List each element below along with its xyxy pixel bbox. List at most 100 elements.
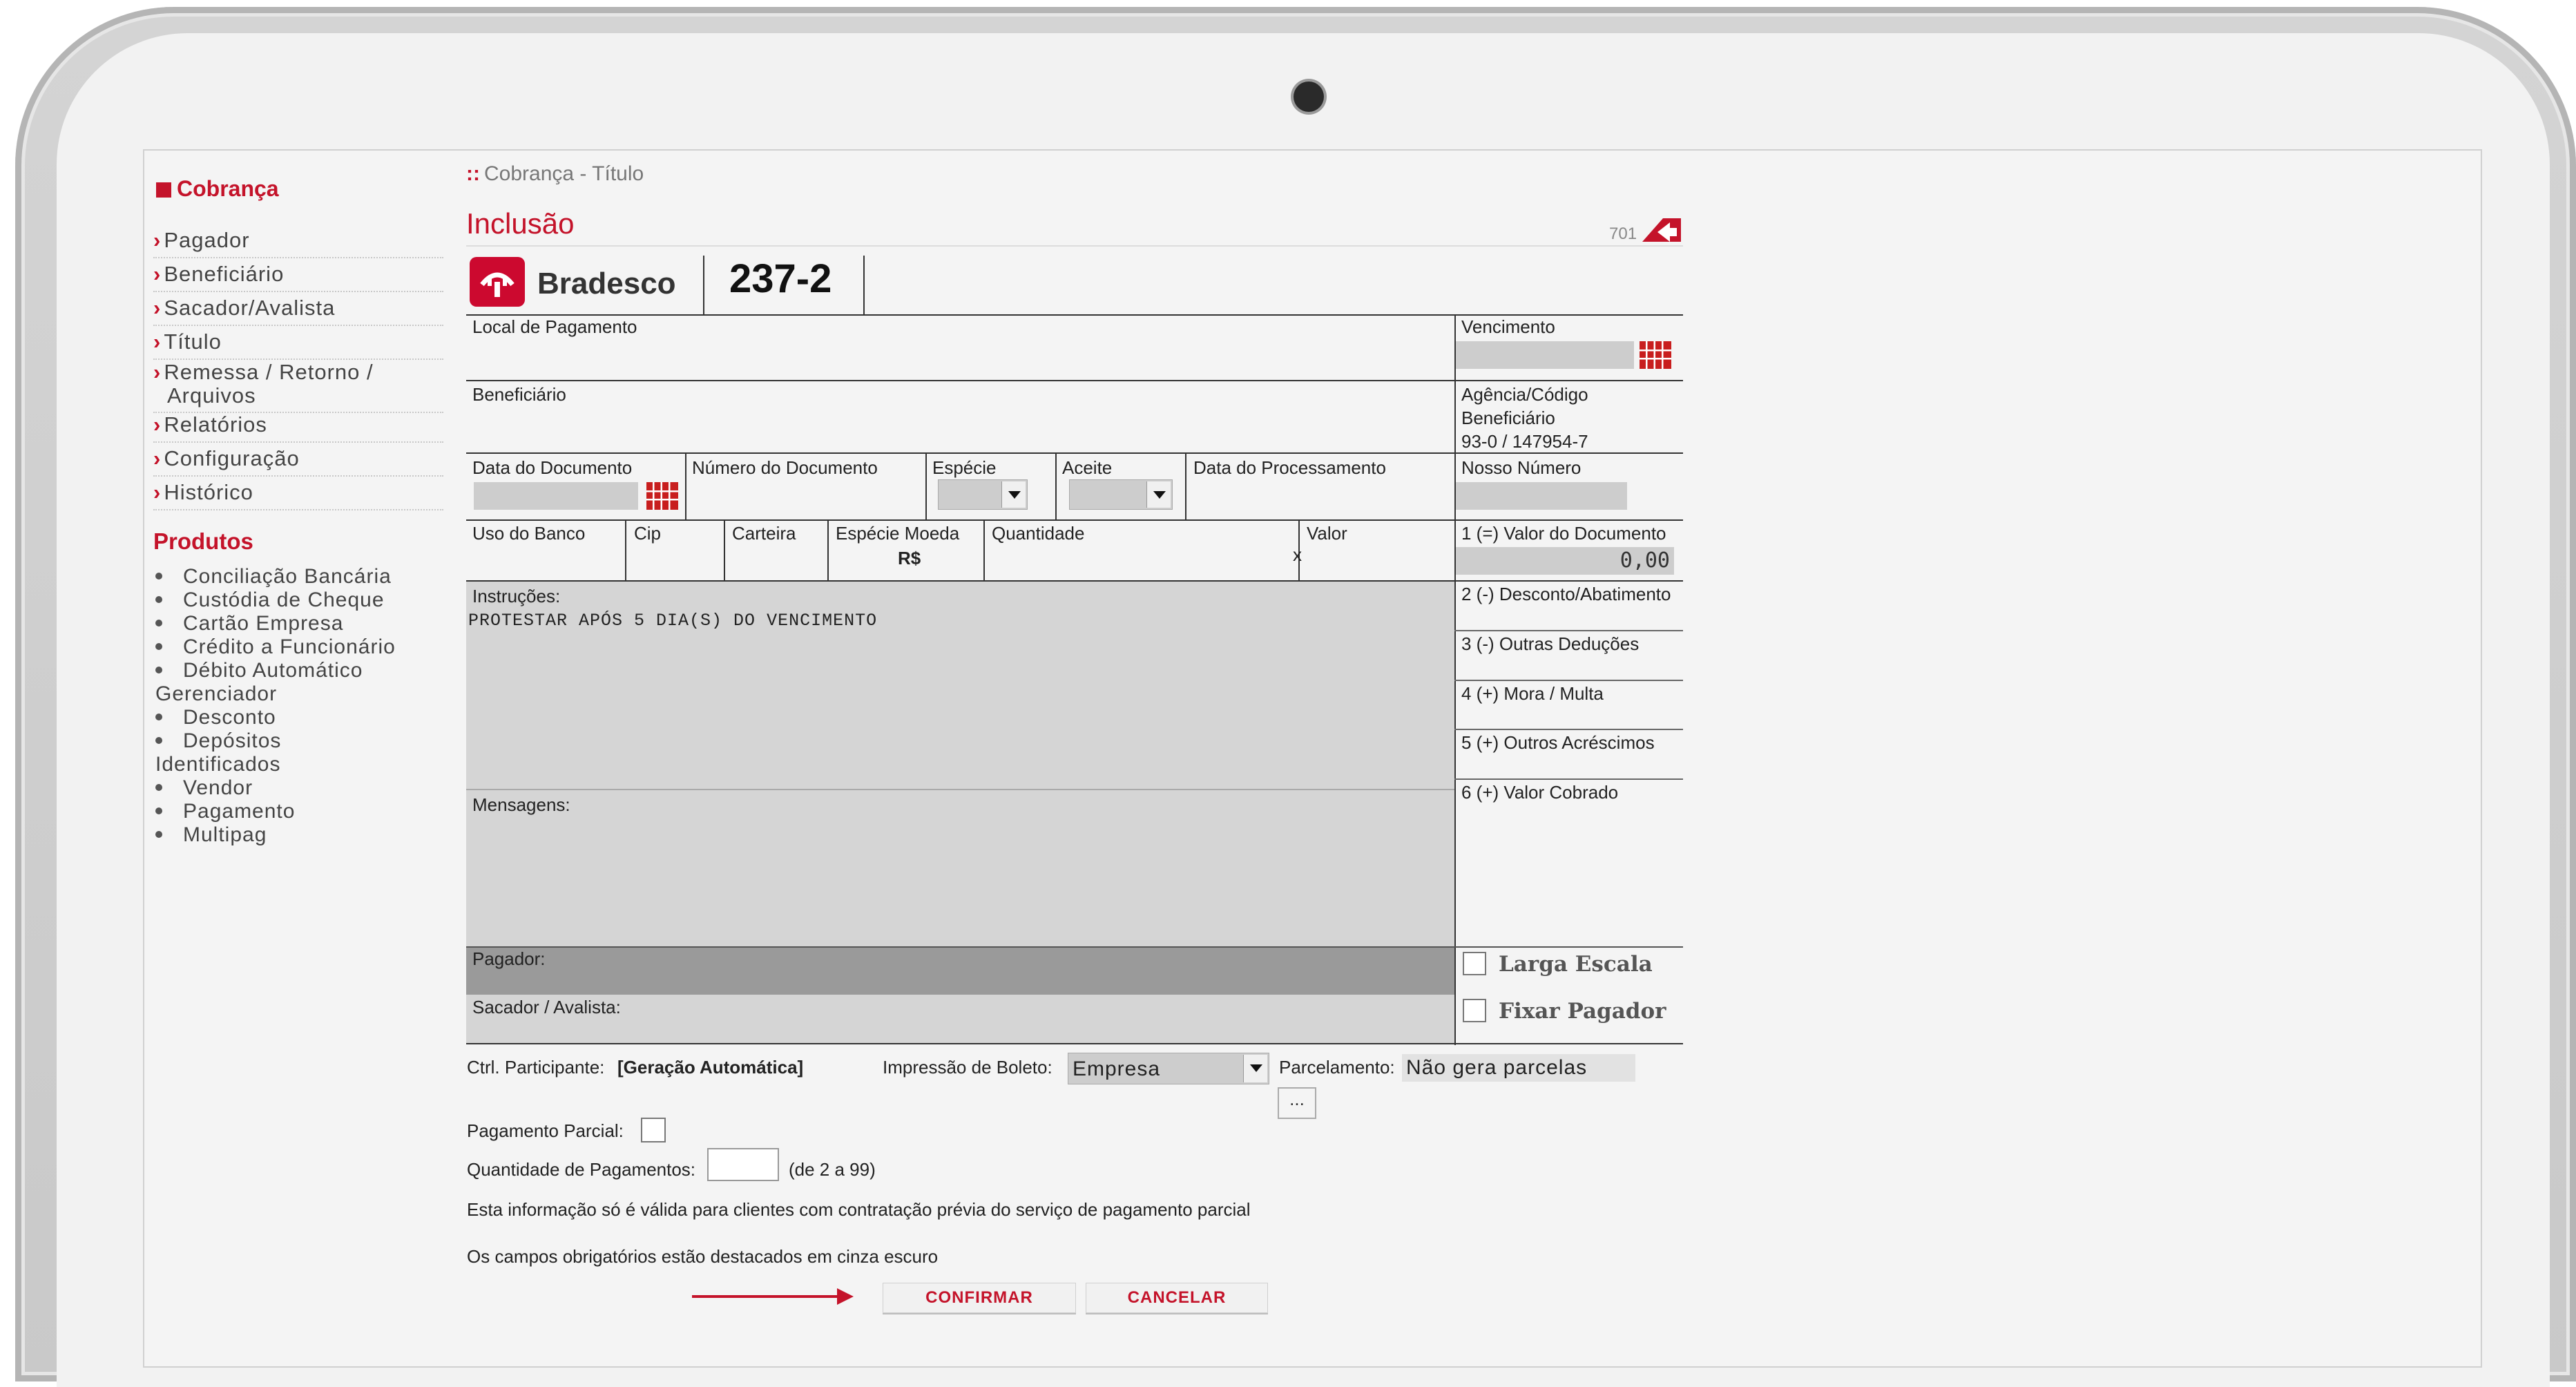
sidebar-item-configuracao[interactable]: › Configuração xyxy=(153,446,443,477)
instrucoes-text[interactable]: PROTESTAR APÓS 5 DIA(S) DO VENCIMENTO xyxy=(468,611,877,631)
fixar-pagador-label: Fixar Pagador xyxy=(1499,999,1666,1024)
bradesco-logo xyxy=(470,257,525,307)
row-line xyxy=(466,946,1683,948)
qtd-pagamentos-input[interactable] xyxy=(707,1148,779,1181)
vencimento-input[interactable] xyxy=(1456,341,1634,369)
row-line xyxy=(1454,778,1683,780)
sidebar-item-pagador[interactable]: › Pagador xyxy=(153,228,443,258)
chevron-right-icon: › xyxy=(153,262,162,286)
quantidade-label: Quantidade xyxy=(992,523,1085,544)
pagador-label: Pagador: xyxy=(472,948,546,969)
row-line xyxy=(1454,630,1683,631)
row-line xyxy=(1454,680,1683,681)
aceite-select[interactable] xyxy=(1069,479,1173,510)
qtd-pagamentos-hint: (de 2 a 99) xyxy=(789,1159,876,1180)
product-item[interactable]: Débito Automático xyxy=(155,659,363,682)
product-item[interactable]: Cartão Empresa xyxy=(155,612,343,635)
impressao-label: Impressão de Boleto: xyxy=(883,1057,1052,1078)
products-title: Produtos xyxy=(153,528,253,554)
impressao-select[interactable]: Empresa xyxy=(1068,1053,1269,1084)
chevron-right-icon: › xyxy=(153,480,162,504)
bradesco-tree-icon xyxy=(480,272,515,297)
larga-escala-checkbox[interactable] xyxy=(1463,952,1486,975)
bank-code: 237-2 xyxy=(729,256,832,301)
uso-banco-label: Uso do Banco xyxy=(472,523,586,544)
data-documento-input[interactable] xyxy=(474,482,638,510)
pagamento-parcial-label: Pagamento Parcial: xyxy=(467,1120,624,1141)
instrucoes-label: Instruções: xyxy=(472,586,561,606)
sidebar-item-titulo[interactable]: › Título xyxy=(153,329,443,360)
product-item[interactable]: Crédito a Funcionário xyxy=(155,635,396,659)
pagador-field[interactable] xyxy=(466,946,1454,995)
row-line xyxy=(466,452,1683,454)
chevron-right-icon: › xyxy=(153,446,162,470)
larga-escala-label: Larga Escala xyxy=(1499,952,1653,977)
col-line xyxy=(1185,452,1186,519)
instrucoes-area[interactable] xyxy=(466,582,1454,946)
valor-cobrado-label: 6 (+) Valor Cobrado xyxy=(1461,782,1619,803)
col-line xyxy=(685,452,686,519)
agencia-label-2: Beneficiário xyxy=(1461,408,1555,428)
row-line xyxy=(1454,729,1683,730)
right-arrow-icon xyxy=(692,1288,854,1305)
calendar-icon[interactable] xyxy=(646,482,678,510)
chevron-down-icon xyxy=(1243,1055,1267,1082)
product-item[interactable]: Depósitos xyxy=(155,729,281,753)
especie-moeda-label: Espécie Moeda xyxy=(836,523,960,544)
chevron-right-icon: › xyxy=(153,329,162,354)
numero-documento-label: Número do Documento xyxy=(692,457,878,478)
col-line xyxy=(925,452,927,519)
product-item-cont[interactable]: Identificados xyxy=(155,753,280,776)
product-item-cont[interactable]: Gerenciador xyxy=(155,682,277,706)
breadcrumb: :: Cobrança - Título xyxy=(466,162,644,185)
chevron-down-icon xyxy=(1001,481,1026,508)
valor-label: Valor xyxy=(1307,523,1347,544)
sidebar-item-sacador[interactable]: › Sacador/Avalista xyxy=(153,296,443,326)
agencia-label: Agência/Código xyxy=(1461,384,1588,405)
sidebar-item-historico[interactable]: › Histórico xyxy=(153,480,443,510)
page-title: Inclusão xyxy=(466,207,575,240)
parcelamento-button[interactable]: ... xyxy=(1278,1087,1316,1119)
data-processamento-label: Data do Processamento xyxy=(1193,457,1386,478)
col-line xyxy=(724,519,725,580)
product-item[interactable]: Multipag xyxy=(155,823,267,847)
col-line xyxy=(1055,452,1057,519)
chevron-right-icon: › xyxy=(153,228,162,252)
product-item[interactable]: Desconto xyxy=(155,706,276,729)
calendar-icon[interactable] xyxy=(1640,341,1671,369)
chevron-right-icon: › xyxy=(153,296,162,320)
screen-code: 701 xyxy=(1609,224,1637,243)
mensagens-label: Mensagens: xyxy=(472,794,570,815)
row-line xyxy=(466,314,1683,316)
nosso-numero-input[interactable] xyxy=(1456,482,1627,510)
divider xyxy=(466,789,1454,790)
beneficiario-label: Beneficiário xyxy=(472,384,566,405)
cip-label: Cip xyxy=(634,523,662,544)
sidebar-item-remessa[interactable]: › Remessa / Retorno / Arquivos xyxy=(153,361,443,413)
chevron-right-icon: › xyxy=(153,360,162,384)
data-documento-label: Data do Documento xyxy=(472,457,633,478)
sidebar-item-relatorios[interactable]: › Relatórios xyxy=(153,412,443,443)
qtd-pagamentos-label: Quantidade de Pagamentos: xyxy=(467,1159,696,1180)
parcelamento-label: Parcelamento: xyxy=(1279,1057,1395,1078)
outros-acrescimos-label: 5 (+) Outros Acréscimos xyxy=(1461,732,1655,753)
confirm-button[interactable]: CONFIRMAR xyxy=(883,1283,1076,1313)
product-item[interactable]: Conciliação Bancária xyxy=(155,565,392,589)
product-item[interactable]: Vendor xyxy=(155,776,253,800)
sacador-label: Sacador / Avalista: xyxy=(472,997,621,1017)
valor-documento-input[interactable]: 0,00 xyxy=(1456,547,1674,575)
pagamento-parcial-checkbox[interactable] xyxy=(641,1118,666,1142)
product-item[interactable]: Pagamento xyxy=(155,800,295,823)
ctrl-participante-value: [Geração Automática] xyxy=(617,1057,804,1078)
sidebar-section-title[interactable]: Cobrança xyxy=(156,176,279,202)
col-line xyxy=(827,519,829,580)
product-item[interactable]: Custódia de Cheque xyxy=(155,589,385,612)
cancel-button[interactable]: CANCELAR xyxy=(1086,1283,1268,1313)
especie-select[interactable] xyxy=(938,479,1028,510)
chevron-right-icon: › xyxy=(153,412,162,437)
bank-name: Bradesco xyxy=(537,267,676,300)
especie-moeda-value: R$ xyxy=(898,548,921,568)
back-arrow-icon[interactable] xyxy=(1642,214,1682,243)
fixar-pagador-checkbox[interactable] xyxy=(1463,999,1486,1022)
sidebar-item-beneficiario[interactable]: › Beneficiário xyxy=(153,262,443,292)
